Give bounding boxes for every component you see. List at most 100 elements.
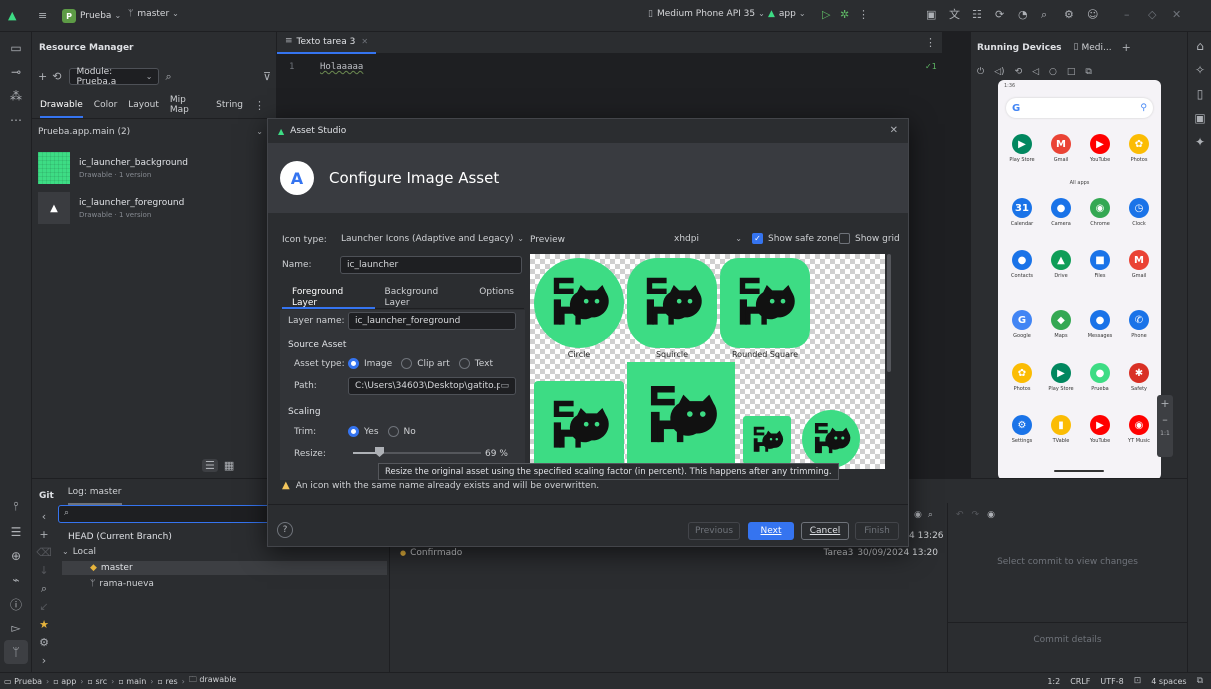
app-inspection-icon[interactable]: ⊕ [0, 544, 32, 568]
screenshot-icon[interactable]: ⧉ [1085, 68, 1091, 77]
folder-icon[interactable]: ▭ [500, 381, 509, 391]
add-icon[interactable]: + [32, 525, 56, 543]
search-icon[interactable]: ⌕ [32, 579, 56, 597]
breadcrumb-item[interactable]: ▫ res [158, 677, 178, 686]
project-tool-icon[interactable]: ▭ [0, 36, 32, 60]
project-selector[interactable]: P Prueba ⌄ [62, 9, 121, 23]
grid-view-icon[interactable]: ▦ [224, 460, 234, 471]
git-tool-icon[interactable]: ⫯ [0, 494, 32, 518]
zoom-in-icon[interactable]: + [1157, 395, 1173, 411]
logcat-icon[interactable]: ⌁ [0, 568, 32, 592]
search-icon[interactable]: ⌕ [165, 71, 171, 82]
todo-tool-icon[interactable]: ☰ [0, 520, 32, 544]
commit-tool-icon[interactable]: ⊸ [0, 60, 32, 84]
head-branch[interactable]: HEAD (Current Branch) [68, 532, 172, 542]
local-group[interactable]: ⌄ Local [62, 547, 96, 557]
resource-manager-tool-icon[interactable]: ⁂ [0, 84, 32, 108]
more-icon[interactable]: ⋮ [858, 9, 869, 20]
problems-icon[interactable]: ⓘ [0, 592, 32, 616]
commit-row[interactable]: ● Confirmado Tarea3 30/09/2024 13:20 [400, 548, 938, 558]
delete-icon[interactable]: ⌫ [32, 543, 56, 561]
app-icon-play-store[interactable]: ▶ Play Store [1003, 134, 1041, 163]
sync-icon[interactable]: ⟳ [995, 9, 1004, 20]
density-dropdown[interactable]: xhdpi ⌄ [674, 230, 742, 248]
device-manager-icon[interactable]: ▣ [926, 9, 936, 20]
trim-no-radio[interactable]: No [387, 426, 416, 437]
search-icon[interactable]: ⌕ [1041, 9, 1047, 20]
fetch-icon[interactable]: ↙ [32, 597, 56, 615]
more-icon[interactable]: ⋮ [925, 37, 936, 48]
tab-drawable[interactable]: Drawable [40, 100, 83, 118]
undo-icon[interactable]: ↶ [956, 511, 964, 520]
app-icon-photos[interactable]: ✿ Photos [1120, 134, 1158, 163]
asset-type-image-radio[interactable]: Image [348, 358, 392, 369]
list-view-icon[interactable]: ☰ [202, 459, 218, 472]
device-manager-side-icon[interactable]: ▯ [1188, 82, 1211, 106]
resource-item[interactable]: ic_launcher_background Drawable · 1 vers… [32, 148, 277, 188]
redo-icon[interactable]: ↷ [972, 511, 980, 520]
power-icon[interactable]: ⏻ [977, 68, 984, 77]
icon-type-dropdown[interactable]: Launcher Icons (Adaptive and Legacy) ⌄ [341, 230, 524, 248]
app-icon-phone[interactable]: ✆ Phone [1120, 310, 1158, 339]
app-icon-yt-music[interactable]: ◉ YT Music [1120, 415, 1158, 444]
app-icon-contacts[interactable]: ● Contacts [1003, 250, 1041, 279]
app-icon-files[interactable]: ■ Files [1081, 250, 1119, 279]
app-icon-calendar[interactable]: 31 Calendar [1003, 198, 1041, 227]
device-selector[interactable]: ▯ Medium Phone API 35 ⌄ [648, 9, 765, 19]
resource-item[interactable]: ▲ ic_launcher_foreground Drawable · 1 ve… [32, 188, 277, 228]
running-devices-side-icon[interactable]: ▣ [1188, 106, 1211, 130]
home-icon[interactable]: ○ [1049, 68, 1057, 77]
previous-button[interactable]: Previous [688, 522, 740, 540]
eye-icon[interactable]: ◉ [987, 511, 995, 520]
version-control-icon[interactable]: ᛘ [4, 640, 28, 664]
app-icon-settings[interactable]: ⚙ Settings [1003, 415, 1041, 444]
editor-tab[interactable]: ≡ Texto tarea 3 ✕ [277, 32, 377, 54]
app-icon-clock[interactable]: ◷ Clock [1120, 198, 1158, 227]
app-icon-google[interactable]: G Google [1003, 310, 1041, 339]
app-icon-play-store[interactable]: ▶ Play Store [1042, 363, 1080, 392]
close-icon[interactable]: ✕ [890, 126, 898, 136]
maximize-icon[interactable]: ◇ [1148, 9, 1156, 20]
show-safe-zone-checkbox[interactable]: ✓ Show safe zone [752, 233, 838, 244]
minimize-icon[interactable]: – [1124, 9, 1130, 20]
asset-type-text-radio[interactable]: Text [458, 358, 493, 369]
app-icon-drive[interactable]: ▲ Drive [1042, 250, 1080, 279]
refresh-icon[interactable]: ⟲ [52, 71, 61, 82]
overview-icon[interactable]: □ [1067, 68, 1076, 77]
phone-screen[interactable]: 1:36 G ⚲ All apps ▶ Play Store M Gmail ▶ YouT… [998, 80, 1161, 480]
layout-inspector-icon[interactable]: ☷ [972, 9, 982, 20]
finish-button[interactable]: Finish [855, 522, 899, 540]
cancel-button[interactable]: Cancel [801, 522, 849, 540]
add-icon[interactable]: + [38, 71, 47, 82]
help-button[interactable]: ? [277, 522, 293, 538]
profiler-icon[interactable]: ◔ [1018, 9, 1028, 20]
app-icon-camera[interactable]: ● Camera [1042, 198, 1080, 227]
breadcrumb-item[interactable]: ▫ src [87, 677, 107, 686]
rotate-icon[interactable]: ⟲ [1015, 68, 1023, 77]
branch-item-rama-nueva[interactable]: ᛘ rama-nueva [90, 579, 154, 589]
volume-up-icon[interactable]: ◁) [994, 68, 1004, 77]
branch-item-master[interactable]: ◆ master [62, 561, 387, 575]
preview-scrollbar[interactable] [887, 254, 891, 372]
filter-icon[interactable]: ⊽ [263, 71, 271, 82]
app-icon-tvable[interactable]: ▮ TVable [1042, 415, 1080, 444]
more-tools-icon[interactable]: ⋯ [0, 108, 32, 132]
main-menu-icon[interactable]: ≡ [38, 10, 47, 21]
module-dropdown[interactable]: Module: Prueba.a ⌄ [69, 67, 160, 87]
editor-line[interactable]: Holaaaaa [320, 62, 363, 72]
eye-icon[interactable]: ◉ [914, 511, 922, 520]
app-icon-safety[interactable]: ✱ Safety [1120, 363, 1158, 392]
gemini-icon[interactable]: ✧ [1188, 58, 1211, 82]
path-input[interactable]: C:\Users\34603\Desktop\gatito.png ▭ [348, 377, 516, 395]
app-icon-maps[interactable]: ◆ Maps [1042, 310, 1080, 339]
layer-name-input[interactable]: ic_launcher_foreground [348, 312, 516, 330]
update-icon[interactable]: ↓ [32, 561, 56, 579]
next-button[interactable]: Next [748, 522, 794, 540]
trim-yes-radio[interactable]: Yes [348, 426, 379, 437]
debug-icon[interactable]: ✲ [840, 9, 849, 20]
line-separator[interactable]: CRLF [1070, 677, 1090, 686]
close-window-icon[interactable]: ✕ [1172, 9, 1181, 20]
tab-foreground-layer[interactable]: Foreground Layer [282, 287, 375, 309]
share-icon[interactable]: ⧉ [1197, 676, 1203, 686]
name-input[interactable]: ic_launcher [340, 256, 522, 274]
